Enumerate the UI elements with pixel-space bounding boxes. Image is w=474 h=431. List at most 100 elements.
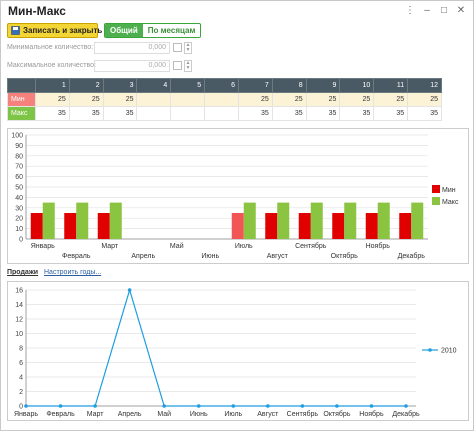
- maximize-icon[interactable]: □: [438, 5, 450, 17]
- y-tick-label: 16: [15, 288, 23, 295]
- table-cell[interactable]: 25: [373, 92, 409, 107]
- y-tick-label: 50: [15, 185, 23, 192]
- table-header-cell: 5: [170, 78, 206, 93]
- table-cell[interactable]: [136, 92, 172, 107]
- tab-by-month[interactable]: По месяцам: [142, 24, 201, 37]
- data-point: [58, 404, 63, 408]
- tab-general[interactable]: Общий: [105, 24, 143, 37]
- min-max-bar-chart: 0 10 20 30 40 50 60 70 80 90 100 Январь Февраль Март А…: [11, 133, 459, 261]
- y-tick-label: 6: [19, 360, 23, 367]
- table-cell[interactable]: [170, 92, 206, 107]
- row-name-max[interactable]: Макс: [7, 106, 36, 121]
- more-icon[interactable]: ⋮: [404, 5, 416, 17]
- bar: [377, 202, 390, 239]
- table-cell[interactable]: 25: [102, 92, 138, 107]
- setup-years-link[interactable]: Настроить годы...: [44, 269, 101, 276]
- table-cell[interactable]: 25: [68, 92, 104, 107]
- bar: [399, 213, 412, 239]
- x-tick-label: Ноябрь: [359, 410, 384, 418]
- x-tick-label: Июнь: [190, 411, 208, 418]
- row-name-min[interactable]: Мин: [7, 92, 36, 107]
- table-cell[interactable]: [136, 106, 172, 121]
- bar-chart-panel: 0 10 20 30 40 50 60 70 80 90 100 Январь Февраль Март А…: [7, 128, 469, 264]
- max-quantity-input[interactable]: 0,000: [94, 60, 170, 72]
- table-cell[interactable]: 25: [237, 92, 273, 107]
- tab-sales[interactable]: Продажи: [7, 269, 38, 276]
- table-cell[interactable]: 35: [271, 106, 307, 121]
- close-icon[interactable]: ✕: [455, 5, 467, 17]
- table-cell[interactable]: 35: [102, 106, 138, 121]
- legend-swatch: [432, 197, 440, 205]
- bar: [332, 213, 345, 239]
- table-header-cell: 8: [271, 78, 307, 93]
- table-row-max[interactable]: Макс 35 35 35 35 35 35 35 35 35: [7, 106, 442, 121]
- x-tick-label: Август: [257, 411, 279, 418]
- bar: [310, 202, 323, 239]
- table-row-min[interactable]: Мин 25 25 25 25 25 25 25 25 25: [7, 92, 442, 107]
- legend-label: Мин: [442, 187, 456, 194]
- y-tick-label: 80: [15, 153, 23, 160]
- table-cell[interactable]: 35: [35, 106, 70, 121]
- y-tick-label: 70: [15, 164, 23, 171]
- table-cell[interactable]: 35: [373, 106, 409, 121]
- data-point: [300, 404, 305, 408]
- calculator-icon[interactable]: [173, 43, 182, 52]
- save-and-close-label: Записать и закрыть: [23, 26, 103, 35]
- table-header-cell: 1: [35, 78, 70, 93]
- table-cell[interactable]: 35: [305, 106, 341, 121]
- min-max-window: Мин-Макс ⋮ – □ ✕ Записать и закрыть Общи…: [0, 0, 474, 431]
- min-quantity-input[interactable]: 0,000: [94, 42, 170, 54]
- bar: [298, 213, 311, 239]
- table-header-cell: 4: [136, 78, 172, 93]
- x-tick-label: Май: [170, 242, 184, 250]
- table-header-cell: 2: [68, 78, 104, 93]
- table-cell[interactable]: 35: [339, 106, 375, 121]
- x-tick-label: Июль: [235, 243, 253, 250]
- data-point: [127, 288, 132, 292]
- table-cell[interactable]: [170, 106, 206, 121]
- x-tick-label: Сентябрь: [287, 410, 319, 418]
- min-quantity-label: Минимальное количество:: [7, 44, 94, 51]
- y-tick-label: 0: [19, 237, 23, 244]
- legend-swatch: [432, 185, 440, 193]
- x-tick-label: Апрель: [131, 253, 155, 260]
- y-tick-label: 4: [19, 375, 23, 382]
- table-cell[interactable]: 35: [407, 106, 442, 121]
- table-cell[interactable]: 25: [339, 92, 375, 107]
- calculator-icon[interactable]: [173, 61, 182, 70]
- y-tick-label: 10: [15, 226, 23, 233]
- min-quantity-stepper[interactable]: ▲ ▼: [184, 42, 192, 54]
- x-tick-label: Ноябрь: [366, 242, 391, 250]
- data-point: [335, 404, 339, 408]
- max-quantity-stepper[interactable]: ▲ ▼: [184, 60, 192, 72]
- y-tick-label: 30: [15, 205, 23, 212]
- y-tick-label: 20: [15, 216, 23, 223]
- table-header-cell: 6: [204, 78, 239, 93]
- table-cell[interactable]: 25: [407, 92, 442, 107]
- table-header-row: 1 2 3 4 5 6 7 8 9 10 11 12: [7, 78, 442, 93]
- x-tick-label: Июнь: [201, 253, 219, 260]
- x-tick-label: Август: [267, 253, 289, 260]
- x-tick-label: Октябрь: [331, 252, 358, 260]
- table-cell[interactable]: [204, 106, 239, 121]
- y-tick-label: 14: [15, 302, 23, 309]
- table-cell[interactable]: 25: [305, 92, 341, 107]
- table-cell[interactable]: 25: [35, 92, 70, 107]
- y-tick-label: 10: [15, 331, 23, 338]
- table-header-cell: 10: [339, 78, 375, 93]
- x-tick-label: Май: [157, 410, 171, 418]
- table-cell[interactable]: 35: [237, 106, 273, 121]
- table-cell[interactable]: 35: [68, 106, 104, 121]
- max-quantity-label: Максимальное количество:: [7, 62, 96, 69]
- legend-label: Макс: [442, 199, 459, 206]
- bar: [76, 202, 89, 239]
- bar: [344, 202, 357, 239]
- save-and-close-button[interactable]: Записать и закрыть: [7, 23, 102, 38]
- table-cell[interactable]: 25: [271, 92, 307, 107]
- minimize-icon[interactable]: –: [421, 5, 433, 17]
- y-tick-label: 12: [15, 317, 23, 324]
- x-tick-label: Февраль: [62, 253, 91, 260]
- x-tick-label: Февраль: [46, 411, 75, 418]
- min-max-table: 1 2 3 4 5 6 7 8 9 10 11 12 Мин 25 25 25: [7, 78, 442, 121]
- table-cell[interactable]: [204, 92, 239, 107]
